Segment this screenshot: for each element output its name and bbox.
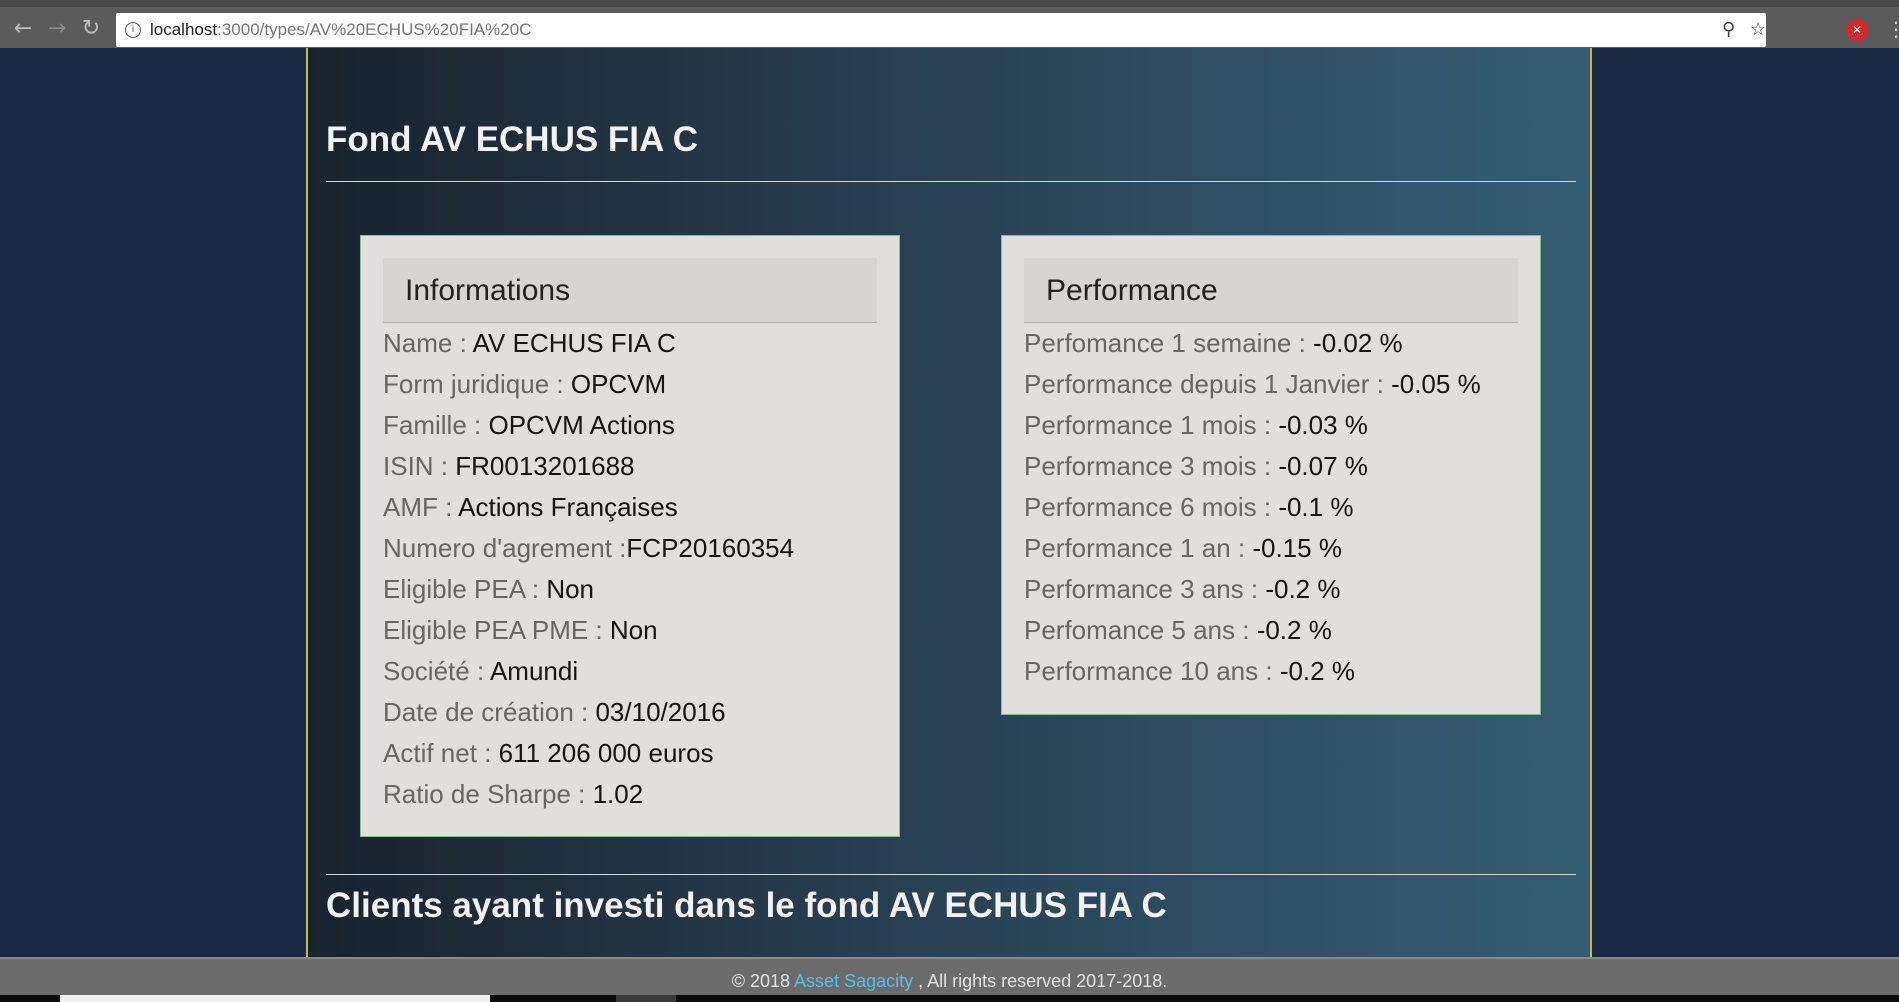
info-label: Numero d'agrement : bbox=[383, 533, 627, 563]
bookmark-star-icon[interactable]: ☆ bbox=[1750, 19, 1766, 40]
zoom-icon[interactable]: ⚲ bbox=[1722, 19, 1735, 40]
perf-label: Performance 3 ans : bbox=[1024, 574, 1266, 604]
info-label: Eligible PEA PME : bbox=[383, 615, 610, 645]
info-value: 03/10/2016 bbox=[595, 697, 726, 727]
info-label: Form juridique : bbox=[383, 369, 571, 399]
reload-icon[interactable]: ↻ bbox=[78, 16, 104, 42]
perf-value: -0.1 % bbox=[1278, 492, 1354, 522]
perf-label: Performance 1 mois : bbox=[1024, 410, 1279, 440]
perf-label: Performance 3 mois : bbox=[1024, 451, 1279, 481]
perf-label: Performance 6 mois : bbox=[1024, 492, 1279, 522]
browser-toolbar: ← → ↻ i localhost:3000/types/AV%20ECHUS%… bbox=[0, 0, 1899, 48]
footer-copyright: © 2018 bbox=[731, 971, 795, 991]
perf-row: Performance 3 ans : -0.2 % bbox=[1024, 569, 1518, 610]
info-label: Actif net : bbox=[383, 738, 499, 768]
info-value: Amundi bbox=[489, 656, 579, 686]
perf-row: Performance 10 ans : -0.2 % bbox=[1024, 651, 1518, 692]
info-icon[interactable]: i bbox=[125, 22, 141, 38]
forward-icon[interactable]: → bbox=[44, 16, 70, 42]
taskbar-item[interactable] bbox=[616, 995, 676, 1002]
info-row: Ratio de Sharpe : 1.02 bbox=[383, 774, 877, 815]
perf-row: Performance 6 mois : -0.1 % bbox=[1024, 487, 1518, 528]
performance-list: Perfomance 1 semaine : -0.02 % Performanc… bbox=[1024, 323, 1518, 692]
perf-label: Perfomance 1 semaine : bbox=[1024, 328, 1314, 358]
info-row: ISIN : FR0013201688 bbox=[383, 446, 877, 487]
info-value: OPCVM bbox=[570, 369, 667, 399]
info-row: Date de création : 03/10/2016 bbox=[383, 692, 877, 733]
info-row: Société : Amundi bbox=[383, 651, 877, 692]
footer-rights: , All rights reserved 2017-2018. bbox=[913, 971, 1168, 991]
perf-label: Performance 1 an : bbox=[1024, 533, 1253, 563]
perf-value: -0.2 % bbox=[1279, 656, 1355, 686]
info-row: AMF : Actions Françaises bbox=[383, 487, 877, 528]
perf-value: -0.05 % bbox=[1391, 369, 1481, 399]
info-value: 1.02 bbox=[592, 779, 644, 809]
extension-icon[interactable]: ✕ bbox=[1846, 19, 1868, 41]
divider bbox=[326, 874, 1576, 875]
perf-row: Performance 1 an : -0.15 % bbox=[1024, 528, 1518, 569]
perf-value: -0.15 % bbox=[1252, 533, 1342, 563]
page-container: Fond AV ECHUS FIA C Informations Name : … bbox=[306, 48, 1592, 957]
perf-row: Performance 1 mois : -0.03 % bbox=[1024, 405, 1518, 446]
perf-value: -0.07 % bbox=[1278, 451, 1368, 481]
info-value: Actions Françaises bbox=[458, 492, 678, 522]
info-value: AV ECHUS FIA C bbox=[472, 328, 676, 358]
info-row: Form juridique : OPCVM bbox=[383, 364, 877, 405]
taskbar-item[interactable] bbox=[60, 995, 490, 1002]
info-row: Numero d'agrement :FCP20160354 bbox=[383, 528, 877, 569]
perf-row: Performance depuis 1 Janvier : -0.05 % bbox=[1024, 364, 1518, 405]
perf-label: Performance depuis 1 Janvier : bbox=[1024, 369, 1392, 399]
informations-list: Name : AV ECHUS FIA C Form juridique : OP… bbox=[383, 323, 877, 815]
info-label: AMF : bbox=[383, 492, 459, 522]
info-value: 611 206 000 euros bbox=[498, 738, 714, 768]
info-label: ISIN : bbox=[383, 451, 456, 481]
informations-card: Informations Name : AV ECHUS FIA C Form j… bbox=[360, 235, 900, 837]
perf-value: -0.03 % bbox=[1278, 410, 1368, 440]
info-label: Ratio de Sharpe : bbox=[383, 779, 593, 809]
perf-label: Performance 10 ans : bbox=[1024, 656, 1280, 686]
page-title: Fond AV ECHUS FIA C bbox=[326, 120, 699, 159]
info-label: Famille : bbox=[383, 410, 489, 440]
info-row: Eligible PEA : Non bbox=[383, 569, 877, 610]
perf-row: Perfomance 1 semaine : -0.02 % bbox=[1024, 323, 1518, 364]
info-value: FCP20160354 bbox=[626, 533, 795, 563]
info-row: Name : AV ECHUS FIA C bbox=[383, 323, 877, 364]
address-url[interactable]: localhost:3000/types/AV%20ECHUS%20FIA%20… bbox=[150, 20, 531, 40]
back-icon[interactable]: ← bbox=[10, 16, 36, 42]
perf-row: Perfomance 5 ans : -0.2 % bbox=[1024, 610, 1518, 651]
address-bar[interactable]: i localhost:3000/types/AV%20ECHUS%20FIA%… bbox=[116, 13, 1766, 47]
perf-value: -0.2 % bbox=[1256, 615, 1332, 645]
browser-menu-icon[interactable]: ⋮ bbox=[1886, 17, 1899, 41]
info-row: Eligible PEA PME : Non bbox=[383, 610, 877, 651]
info-row: Famille : OPCVM Actions bbox=[383, 405, 877, 446]
taskbar-strip bbox=[0, 995, 1899, 1002]
performance-card: Performance Perfomance 1 semaine : -0.02… bbox=[1001, 235, 1541, 715]
info-label: Société : bbox=[383, 656, 490, 686]
footer-link[interactable]: Asset Sagacity bbox=[794, 971, 913, 991]
info-value: OPCVM Actions bbox=[488, 410, 675, 440]
perf-label: Perfomance 5 ans : bbox=[1024, 615, 1257, 645]
info-label: Eligible PEA : bbox=[383, 574, 547, 604]
info-value: FR0013201688 bbox=[455, 451, 635, 481]
clients-section-title: Clients ayant investi dans le fond AV EC… bbox=[326, 886, 1167, 925]
info-label: Date de création : bbox=[383, 697, 596, 727]
info-row: Actif net : 611 206 000 euros bbox=[383, 733, 877, 774]
info-value: Non bbox=[609, 615, 658, 645]
divider bbox=[326, 181, 1576, 182]
informations-heading: Informations bbox=[383, 258, 877, 323]
perf-value: -0.02 % bbox=[1313, 328, 1403, 358]
info-value: Non bbox=[546, 574, 595, 604]
info-label: Name : bbox=[383, 328, 473, 358]
perf-row: Performance 3 mois : -0.07 % bbox=[1024, 446, 1518, 487]
performance-heading: Performance bbox=[1024, 258, 1518, 323]
perf-value: -0.2 % bbox=[1265, 574, 1341, 604]
